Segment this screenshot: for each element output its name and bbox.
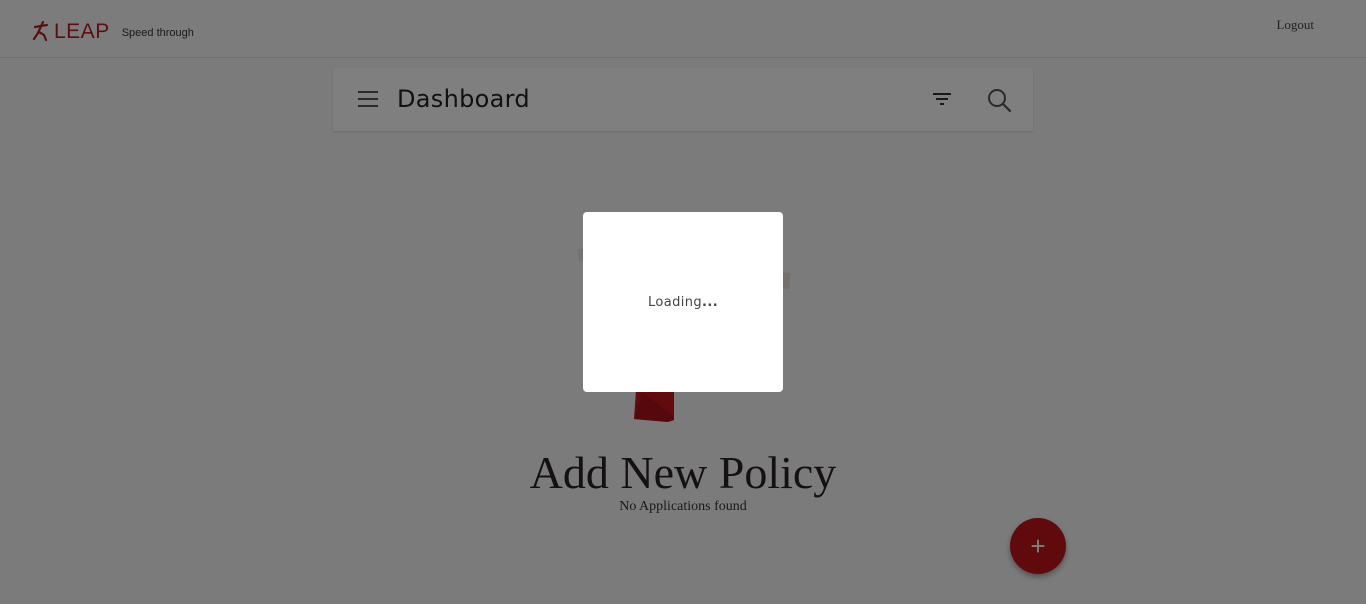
loading-dialog: Loading... — [583, 212, 783, 392]
loading-label: Loading — [647, 294, 703, 310]
app-page: LEAP Speed through Logout Dashboard Add … — [0, 0, 1366, 604]
loading-text: Loading... — [648, 295, 718, 310]
loading-dots: ... — [702, 294, 719, 310]
loading-overlay: Loading... — [0, 0, 1366, 604]
